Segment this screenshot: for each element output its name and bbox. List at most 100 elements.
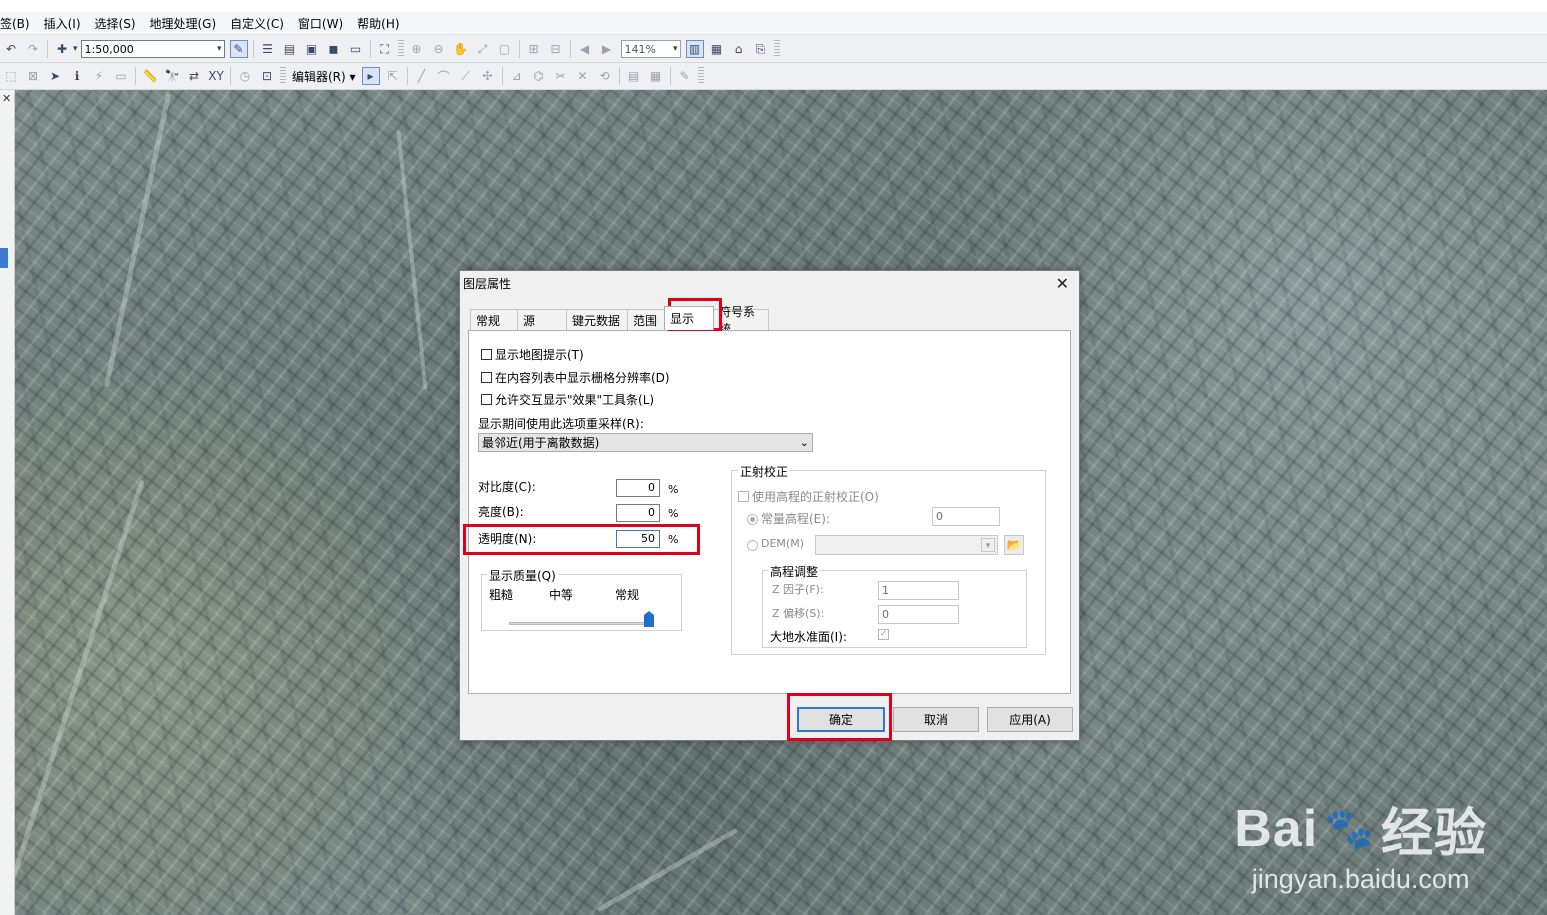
contrast-input[interactable]: 0 — [616, 479, 660, 497]
toolbar-grip[interactable] — [280, 67, 286, 85]
checkbox-box[interactable] — [481, 372, 492, 383]
identify-icon[interactable]: ℹ — [68, 67, 86, 85]
toolbar-grip[interactable] — [697, 67, 704, 85]
tab-general[interactable]: 常规 — [470, 309, 518, 330]
menu-insert[interactable]: 插入(I) — [37, 15, 88, 32]
trace-icon[interactable]: ⟋ — [457, 67, 475, 85]
constant-elevation-radio[interactable] — [747, 514, 758, 525]
html-popup-icon[interactable]: ▭ — [112, 67, 130, 85]
table-of-contents-icon[interactable]: ☰ — [259, 40, 277, 58]
search-window-icon[interactable]: ▣ — [303, 40, 321, 58]
editor-toolbar-icon[interactable]: ✎ — [229, 40, 248, 58]
close-icon[interactable]: ✕ — [1056, 274, 1069, 293]
resample-select[interactable]: 最邻近(用于离散数据) ⌄ — [478, 433, 813, 452]
checkbox-box[interactable] — [481, 394, 492, 405]
measure-icon[interactable]: 📏 — [141, 67, 159, 85]
constant-elevation-input[interactable]: 0 — [932, 507, 1000, 526]
add-data-dropdown-icon[interactable]: ▾ — [73, 44, 78, 54]
data-driven-pages-icon[interactable]: ⎘ — [752, 40, 770, 58]
edit-annotation-icon[interactable]: ⇱ — [384, 67, 402, 85]
resample-value: 最邻近(用于离散数据) — [482, 436, 600, 450]
menu-geoprocessing[interactable]: 地理处理(G) — [143, 15, 224, 32]
zoom-whole-page-icon[interactable]: ⤢ — [474, 40, 492, 58]
toolbar-grip[interactable] — [397, 40, 404, 58]
python-window-icon[interactable]: ▭ — [347, 40, 365, 58]
dem-select[interactable]: ▾ — [815, 535, 998, 555]
edit-tool-icon[interactable]: ▸ — [361, 67, 380, 85]
layout-zoom-combo[interactable]: 141% ▾ — [620, 40, 681, 58]
pan-page-icon[interactable]: ✋ — [452, 40, 470, 58]
clear-selection-icon[interactable]: ⊠ — [24, 67, 42, 85]
viewer-window-icon[interactable]: ⊡ — [258, 67, 276, 85]
arctoolbox-icon[interactable]: ◼ — [325, 40, 343, 58]
transparency-input[interactable]: 50 — [616, 530, 660, 548]
hyperlink-icon[interactable]: ⚡ — [90, 67, 108, 85]
toggle-draft-mode-icon[interactable]: ▥ — [685, 40, 704, 58]
dem-radio[interactable] — [747, 540, 758, 551]
folder-open-icon[interactable]: 📂 — [1004, 535, 1024, 555]
menu-help[interactable]: 帮助(H) — [350, 15, 406, 32]
model-builder-icon[interactable]: ⛶ — [376, 40, 394, 58]
edit-vertices-icon[interactable]: ⊿ — [508, 67, 526, 85]
end-point-arc-icon[interactable]: ⌒ — [435, 67, 453, 85]
brightness-input[interactable]: 0 — [616, 504, 660, 522]
checkbox-box[interactable] — [738, 491, 749, 502]
layer-properties-dialog: 图层属性 ✕ 常规 源 键元数据 范围 显示 符号系统 显示地图提示(T) 在内… — [459, 270, 1080, 741]
geoid-checkbox[interactable]: ✓ — [878, 629, 889, 640]
catalog-icon[interactable]: ▤ — [281, 40, 299, 58]
menu-selection[interactable]: 选择(S) — [88, 15, 143, 32]
zoom-in-page-icon[interactable]: ⊕ — [408, 40, 426, 58]
redo-icon[interactable]: ↷ — [24, 40, 42, 58]
tab-display[interactable]: 显示 — [664, 306, 714, 330]
select-pointer-icon[interactable]: ➤ — [46, 67, 64, 85]
focus-data-frame-icon[interactable]: ▦ — [708, 40, 726, 58]
use-elevation-checkbox[interactable]: 使用高程的正射校正(O) — [738, 488, 879, 505]
z-factor-input[interactable]: 1 — [878, 581, 959, 600]
close-icon[interactable]: ✕ — [2, 92, 11, 105]
straight-segment-icon[interactable]: ╱ — [413, 67, 431, 85]
quality-slider-track[interactable] — [509, 622, 654, 625]
menu-bookmarks[interactable]: 签(B) — [0, 15, 37, 32]
show-map-tips-checkbox[interactable]: 显示地图提示(T) — [481, 346, 584, 363]
create-features-icon[interactable]: ✎ — [676, 67, 694, 85]
cancel-button[interactable]: 取消 — [893, 707, 979, 732]
add-data-icon[interactable]: ✚ — [53, 40, 71, 58]
rotate-icon[interactable]: ⟲ — [596, 67, 614, 85]
checkbox-box[interactable] — [481, 349, 492, 360]
point-icon[interactable]: ✣ — [479, 67, 497, 85]
attributes-icon[interactable]: ▤ — [625, 67, 643, 85]
previous-extent-icon[interactable]: ◀ — [576, 40, 594, 58]
change-layout-icon[interactable]: ⌂ — [730, 40, 748, 58]
reshape-icon[interactable]: ⌬ — [530, 67, 548, 85]
find-icon[interactable]: 🔭 — [163, 67, 181, 85]
select-elements-icon[interactable]: ⬚ — [2, 67, 20, 85]
toolbar-grip[interactable] — [773, 40, 780, 58]
undo-icon[interactable]: ↶ — [2, 40, 20, 58]
z-offset-input[interactable]: 0 — [878, 605, 959, 624]
tab-symbology[interactable]: 符号系统 — [713, 305, 769, 336]
apply-button[interactable]: 应用(A) — [987, 707, 1073, 732]
fixed-zoom-in-icon[interactable]: ⊞ — [525, 40, 543, 58]
menu-windows[interactable]: 窗口(W) — [291, 15, 350, 32]
ok-button[interactable]: 确定 — [797, 707, 885, 732]
tab-source[interactable]: 源 — [517, 309, 567, 330]
zoom-out-page-icon[interactable]: ⊖ — [430, 40, 448, 58]
tab-extent[interactable]: 范围 — [627, 309, 665, 330]
editor-menu[interactable]: 编辑器(R) ▾ — [288, 68, 360, 85]
allow-effects-toolbar-checkbox[interactable]: 允许交互显示"效果"工具条(L) — [481, 391, 654, 408]
fixed-zoom-out-icon[interactable]: ⊟ — [547, 40, 565, 58]
map-scale-combo[interactable]: 1:50,000 ▾ — [80, 40, 225, 58]
next-extent-icon[interactable]: ▶ — [598, 40, 616, 58]
zoom-100-icon[interactable]: ▢ — [496, 40, 514, 58]
time-slider-icon[interactable]: ◷ — [236, 67, 254, 85]
split-icon[interactable]: ✕ — [574, 67, 592, 85]
sketch-properties-icon[interactable]: ▦ — [647, 67, 665, 85]
go-to-xy-icon[interactable]: XY — [207, 67, 225, 85]
quality-slider-thumb[interactable] — [644, 611, 654, 627]
show-raster-resolution-checkbox[interactable]: 在内容列表中显示栅格分辨率(D) — [481, 369, 670, 386]
menu-customize[interactable]: 自定义(C) — [223, 15, 291, 32]
find-route-icon[interactable]: ⇄ — [185, 67, 203, 85]
tab-key-metadata[interactable]: 键元数据 — [566, 309, 628, 330]
cut-polygons-icon[interactable]: ✂ — [552, 67, 570, 85]
dock-tab[interactable] — [0, 248, 8, 268]
